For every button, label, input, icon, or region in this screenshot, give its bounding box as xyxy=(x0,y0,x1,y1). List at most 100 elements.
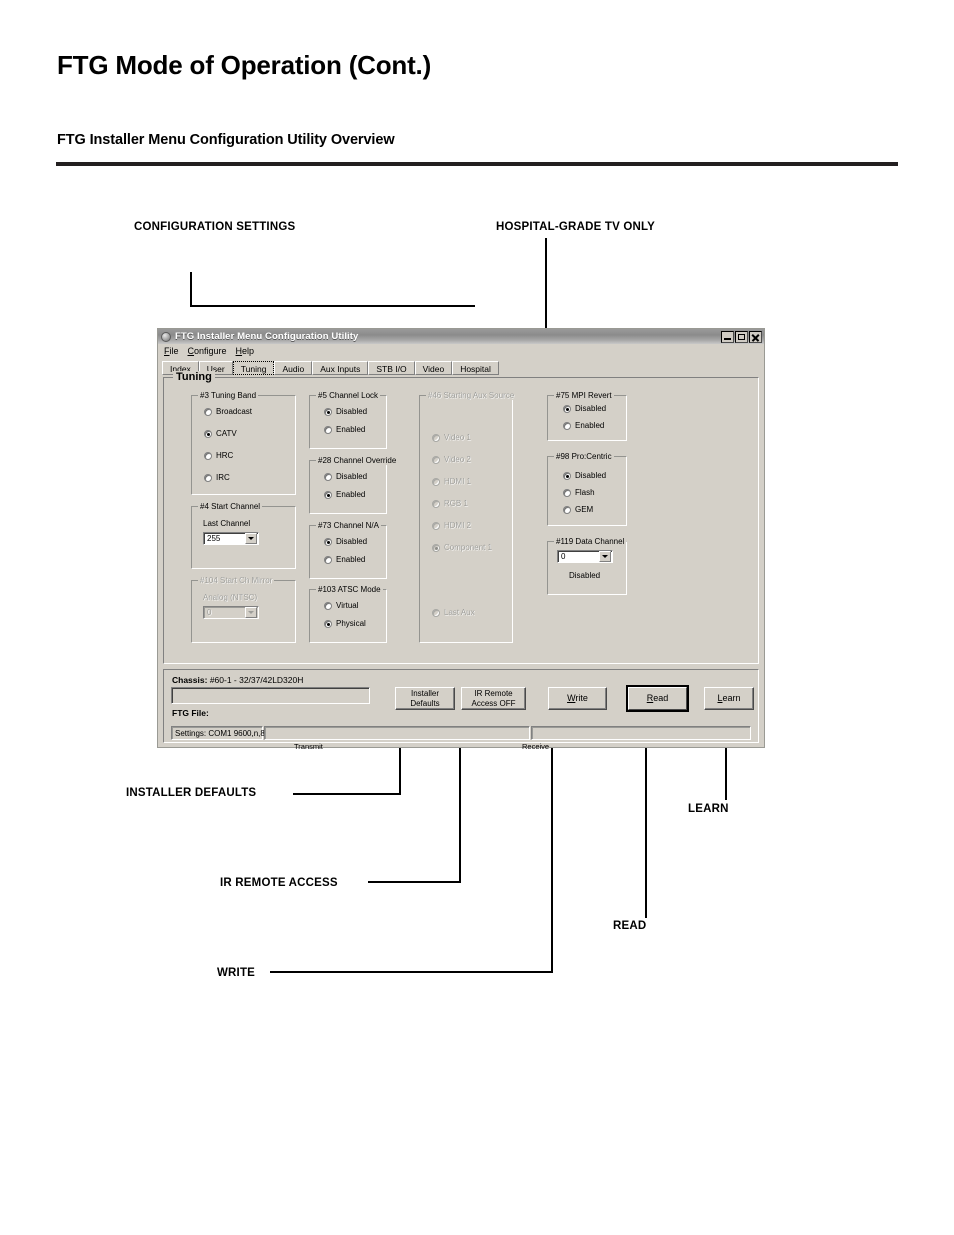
write-button[interactable]: Write xyxy=(548,687,607,710)
group-channel-lock: #5 Channel Lock Disabled Enabled xyxy=(309,391,387,449)
page-subtitle: FTG Installer Menu Configuration Utility… xyxy=(57,132,395,148)
radio-channel-lock-disabled[interactable]: Disabled xyxy=(324,407,367,416)
group-atsc-mode-caption: #103 ATSC Mode xyxy=(316,585,383,594)
leader-config-horiz xyxy=(190,305,475,307)
combo-data-channel[interactable]: 0 xyxy=(557,550,613,563)
radio-channel-na-enabled[interactable]: Enabled xyxy=(324,555,365,564)
tabstrip: Index User Tuning Audio Aux Inputs STB I… xyxy=(162,360,760,375)
ftg-file-label: FTG File: xyxy=(172,708,209,718)
write-button-rest: rite xyxy=(575,692,588,703)
radio-aux-hdmi-2: HDMI 2 xyxy=(432,521,471,530)
tab-tuning[interactable]: Tuning xyxy=(232,361,275,375)
radio-aux-rgb-1: RGB 1 xyxy=(432,499,468,508)
header-rule xyxy=(56,162,898,166)
radio-aux-video-1: Video 1 xyxy=(432,433,471,442)
transmit-label: Transmit xyxy=(294,742,323,751)
group-tuning-band: #3 Tuning Band Broadcast CATV HRC IRC xyxy=(191,391,296,495)
menu-file[interactable]: File xyxy=(164,346,179,356)
radio-pro-centric-disabled[interactable]: Disabled xyxy=(563,471,606,480)
leader-write-horiz xyxy=(270,971,553,973)
ftg-file-field[interactable] xyxy=(171,687,370,704)
tab-audio[interactable]: Audio xyxy=(274,361,313,375)
menu-configure[interactable]: Configure xyxy=(188,346,227,356)
read-button-rest: ead xyxy=(653,692,669,703)
chevron-down-icon[interactable] xyxy=(599,551,611,562)
group-pro-centric-caption: #98 Pro:Centric xyxy=(554,452,614,461)
radio-atsc-mode-virtual[interactable]: Virtual xyxy=(324,601,359,610)
group-channel-na: #73 Channel N/A Disabled Enabled xyxy=(309,521,387,579)
radio-tuning-band-irc[interactable]: IRC xyxy=(204,473,230,482)
radio-atsc-mode-physical[interactable]: Physical xyxy=(324,619,366,628)
leader-config-vert xyxy=(190,272,192,306)
callout-write: WRITE xyxy=(217,967,256,979)
chassis-info: Chassis: #60-1 - 32/37/42LD320H xyxy=(172,675,303,685)
window-controls xyxy=(721,330,762,343)
installer-defaults-button[interactable]: Installer Defaults xyxy=(395,687,455,710)
radio-mpi-revert-disabled[interactable]: Disabled xyxy=(563,404,606,413)
close-icon[interactable] xyxy=(749,330,762,343)
learn-button[interactable]: Learn xyxy=(704,687,754,710)
group-channel-override: #28 Channel Override Disabled Enabled xyxy=(309,456,399,514)
radio-tuning-band-catv[interactable]: CATV xyxy=(204,429,237,438)
status-row: Settings: COM1 9600,n,8,1 xyxy=(171,726,751,740)
status-receive-cell xyxy=(531,726,751,740)
combo-start-ch-mirror-value: 0 xyxy=(207,608,212,617)
receive-label: Receive xyxy=(522,742,550,751)
radio-aux-video-2: Video 2 xyxy=(432,455,471,464)
tab-video[interactable]: Video xyxy=(414,361,453,375)
combo-start-channel[interactable]: 255 xyxy=(203,532,259,545)
radio-channel-na-disabled[interactable]: Disabled xyxy=(324,537,367,546)
status-settings: Settings: COM1 9600,n,8,1 xyxy=(171,726,272,740)
radio-channel-override-disabled[interactable]: Disabled xyxy=(324,472,367,481)
minimize-icon[interactable] xyxy=(721,330,734,343)
group-start-ch-mirror-caption: #104 Start Ch Mirror xyxy=(198,576,275,585)
chassis-value: #60-1 - 32/37/42LD320H xyxy=(209,675,304,685)
window-title: FTG Installer Menu Configuration Utility xyxy=(175,331,359,342)
group-atsc-mode: #103 ATSC Mode Virtual Physical xyxy=(309,585,387,643)
status-transmit-cell xyxy=(264,726,530,740)
radio-aux-hdmi-1: HDMI 1 xyxy=(432,477,471,486)
radio-pro-centric-flash[interactable]: Flash xyxy=(563,488,595,497)
callout-ir-remote-access: IR REMOTE ACCESS xyxy=(220,877,338,889)
menu-help[interactable]: Help xyxy=(236,346,255,356)
tuning-panel: Tuning #3 Tuning Band Broadcast CATV HRC… xyxy=(163,371,759,664)
chevron-down-icon[interactable] xyxy=(245,533,257,544)
chevron-down-icon xyxy=(245,607,257,618)
maximize-icon[interactable] xyxy=(735,330,748,343)
radio-tuning-band-broadcast[interactable]: Broadcast xyxy=(204,407,252,416)
tab-hospital[interactable]: Hospital xyxy=(452,361,499,375)
read-button[interactable]: Read xyxy=(626,685,689,712)
window-titlebar[interactable]: FTG Installer Menu Configuration Utility xyxy=(158,329,764,344)
tab-stb-io[interactable]: STB I/O xyxy=(368,361,415,375)
radio-tuning-band-hrc[interactable]: HRC xyxy=(204,451,233,460)
combo-start-ch-mirror: 0 xyxy=(203,606,259,619)
app-globe-icon xyxy=(161,331,171,342)
callout-installer-defaults: INSTALLER DEFAULTS xyxy=(126,787,257,799)
tab-aux-inputs[interactable]: Aux Inputs xyxy=(312,361,369,375)
group-tuning-band-caption: #3 Tuning Band xyxy=(198,391,259,400)
leader-ir-horiz xyxy=(368,881,461,883)
page-title: FTG Mode of Operation (Cont.) xyxy=(57,50,432,80)
group-channel-na-caption: #73 Channel N/A xyxy=(316,521,381,530)
radio-aux-component-1: Component 1 xyxy=(432,543,492,552)
group-mpi-revert-caption: #75 MPI Revert xyxy=(554,391,614,400)
bottom-bar: Chassis: #60-1 - 32/37/42LD320H FTG File… xyxy=(163,669,759,751)
group-channel-lock-caption: #5 Channel Lock xyxy=(316,391,381,400)
callout-configuration-settings: CONFIGURATION SETTINGS xyxy=(134,221,296,233)
app-window: FTG Installer Menu Configuration Utility… xyxy=(157,328,765,751)
callout-read: READ xyxy=(613,920,647,932)
radio-pro-centric-gem[interactable]: GEM xyxy=(563,505,593,514)
group-start-channel: #4 Start Channel Last Channel 255 xyxy=(191,502,296,569)
radio-channel-lock-enabled[interactable]: Enabled xyxy=(324,425,365,434)
label-last-channel: Last Channel xyxy=(203,519,251,528)
menubar: File Configure Help xyxy=(158,344,764,357)
learn-button-rest: earn xyxy=(722,692,741,703)
group-starting-aux-source: #46 Starting Aux Source Video 1 Video 2 … xyxy=(419,391,517,643)
group-data-channel-caption: #119 Data Channel xyxy=(554,537,627,546)
radio-mpi-revert-enabled[interactable]: Enabled xyxy=(563,421,604,430)
combo-data-channel-value: 0 xyxy=(561,552,566,561)
radio-channel-override-enabled[interactable]: Enabled xyxy=(324,490,365,499)
ir-remote-access-button[interactable]: IR Remote Access OFF xyxy=(461,687,526,710)
group-data-channel: #119 Data Channel 0 Disabled xyxy=(547,537,627,595)
page-root: FTG Mode of Operation (Cont.) FTG Instal… xyxy=(0,0,954,1235)
